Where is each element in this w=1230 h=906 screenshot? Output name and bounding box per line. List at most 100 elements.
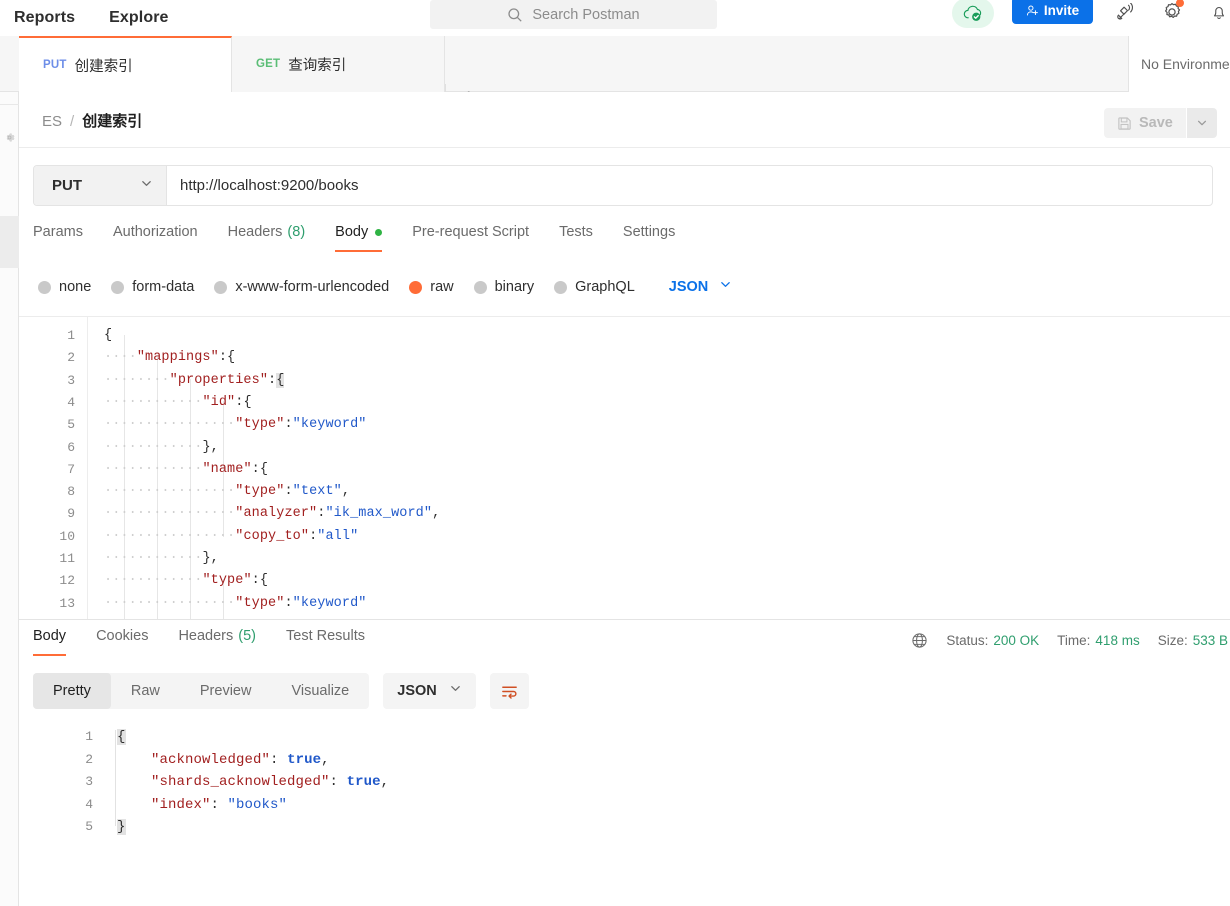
code-line[interactable]: ············"id":{	[104, 395, 252, 410]
search-input[interactable]: Search Postman	[430, 0, 717, 29]
body-type-none[interactable]: none	[38, 279, 91, 295]
headers-count: (8)	[287, 224, 306, 240]
response-tab-body[interactable]: Body	[33, 628, 67, 656]
code-token: ,	[321, 751, 330, 768]
code-token: :{	[218, 350, 236, 366]
tab-label: Tests	[559, 224, 593, 240]
nav-explore[interactable]: Explore	[109, 9, 168, 27]
tab-pre-request-script[interactable]: Pre-request Script	[412, 224, 529, 252]
line-number: 12	[59, 573, 75, 589]
tab-settings[interactable]: Settings	[623, 224, 675, 252]
code-token: :{	[235, 394, 252, 410]
url-input[interactable]: http://localhost:9200/books	[167, 166, 1212, 205]
radio-icon	[111, 280, 125, 294]
code-line[interactable]: "shards_acknowledged": true,	[117, 774, 389, 790]
globe-icon[interactable]	[911, 632, 928, 649]
code-line[interactable]: ········"properties":{	[104, 372, 285, 388]
left-sidebar-rail[interactable]	[0, 36, 19, 906]
view-mode-preview[interactable]: Preview	[180, 673, 272, 709]
environment-selector[interactable]: No Environment	[1128, 36, 1230, 92]
response-format-select[interactable]: JSON	[383, 673, 476, 709]
body-type-form-data[interactable]: form-data	[111, 279, 194, 295]
response-tab-cookies[interactable]: Cookies	[96, 628, 148, 656]
body-type-urlencoded[interactable]: x-www-form-urlencoded	[214, 279, 389, 295]
tab-body[interactable]: Body	[335, 224, 383, 252]
gear-icon[interactable]	[4, 130, 15, 142]
request-tab-strip: PUT 创建索引 GET 查询索引 + ●●●	[0, 36, 1230, 114]
code-token: ····	[169, 394, 203, 410]
tab-params[interactable]: Params	[33, 224, 83, 252]
code-token: ····	[104, 461, 137, 477]
code-line[interactable]: ············},	[104, 440, 219, 455]
size-value: 533 B	[1192, 633, 1228, 648]
code-token: ····	[169, 484, 203, 500]
editor-code-area[interactable]: { ····"mappings":{ ········"properties":{ ·…	[88, 317, 1230, 619]
word-wrap-icon[interactable]	[489, 673, 529, 709]
request-body-editor[interactable]: 1 2 3 4 5 6 7 8 9 10 11 12 13 {····"mappings":{·····…	[19, 316, 1230, 619]
code-token: :{	[251, 573, 269, 589]
response-section-tabs: Body Cookies Headers (5) Test Results	[33, 628, 633, 664]
code-token: ····	[136, 506, 170, 522]
code-line[interactable]: ····"mappings":{	[104, 350, 235, 365]
tab-authorization[interactable]: Authorization	[113, 224, 198, 252]
http-method-select[interactable]: PUT	[34, 166, 167, 205]
response-body-viewer[interactable]: 1 2 3 4 5 { "acknowledged": true, "shards_ac…	[19, 718, 1230, 906]
nav-reports[interactable]: Reports	[14, 9, 75, 27]
view-mode-raw[interactable]: Raw	[111, 673, 180, 709]
code-line[interactable]: {	[117, 729, 126, 745]
cloud-sync-ok-icon[interactable]	[952, 0, 994, 28]
view-mode-label: Visualize	[291, 683, 350, 699]
code-line[interactable]: ············"type":{	[104, 573, 268, 588]
code-token: ····	[104, 350, 137, 366]
tab-label: Headers	[178, 628, 234, 644]
view-mode-visualize[interactable]: Visualize	[271, 673, 369, 709]
code-line[interactable]: ················"type":"keyword"	[104, 417, 366, 432]
save-button[interactable]: Save	[1104, 108, 1186, 138]
tab-tests[interactable]: Tests	[559, 224, 593, 252]
tab-label: Body	[33, 628, 67, 644]
line-number: 1	[85, 729, 93, 744]
body-format-select[interactable]: JSON	[669, 278, 733, 296]
code-token: "type"	[235, 595, 285, 611]
code-line[interactable]: ············},	[104, 551, 219, 566]
code-line[interactable]: ················"copy_to":"all"	[104, 529, 358, 544]
satellite-icon[interactable]	[1112, 0, 1138, 25]
line-number: 6	[67, 439, 75, 455]
code-line[interactable]: "acknowledged": true,	[117, 752, 330, 768]
breadcrumb-collection[interactable]: ES	[42, 113, 62, 130]
code-line[interactable]: ················"analyzer":"ik_max_word"…	[104, 506, 440, 521]
gear-icon[interactable]	[1159, 0, 1185, 25]
chevron-down-icon	[449, 682, 462, 700]
code-token: "index"	[151, 796, 211, 813]
code-token: },	[202, 439, 219, 455]
request-tab-query-index[interactable]: GET 查询索引	[232, 36, 445, 92]
code-line[interactable]: {	[104, 328, 112, 343]
body-format-value: JSON	[668, 279, 709, 295]
line-number: 10	[59, 528, 75, 544]
code-token: ····	[104, 506, 137, 522]
code-line[interactable]: "index": "books"	[117, 797, 287, 813]
code-line[interactable]: ················"type":"keyword"	[104, 596, 366, 611]
view-mode-pretty[interactable]: Pretty	[33, 673, 111, 709]
line-number: 7	[67, 461, 75, 477]
response-code-area[interactable]: { "acknowledged": true, "shards_acknowle…	[107, 718, 1230, 906]
response-tab-test-results[interactable]: Test Results	[286, 628, 365, 656]
body-type-binary[interactable]: binary	[473, 279, 534, 295]
code-line[interactable]: }	[117, 819, 126, 835]
request-tab-create-index[interactable]: PUT 创建索引	[19, 36, 232, 92]
app-header: Reports Explore Search Postman Invite	[0, 0, 1230, 36]
bell-icon[interactable]	[1206, 0, 1230, 25]
code-line[interactable]: ················"type":"text",	[104, 484, 350, 499]
body-type-raw[interactable]: raw	[409, 279, 454, 295]
code-token: :	[284, 417, 293, 433]
tab-headers[interactable]: Headers (8)	[228, 224, 306, 252]
body-type-graphql[interactable]: GraphQL	[554, 279, 635, 295]
tab-label: Headers	[227, 224, 283, 240]
invite-button[interactable]: Invite	[1012, 0, 1093, 24]
code-token: ····	[104, 439, 137, 455]
code-line[interactable]: ············"name":{	[104, 462, 268, 477]
response-view-modes: Pretty Raw Preview Visualize	[33, 673, 370, 709]
chevron-down-icon[interactable]	[1186, 108, 1217, 138]
response-tab-headers[interactable]: Headers (5)	[178, 628, 256, 656]
